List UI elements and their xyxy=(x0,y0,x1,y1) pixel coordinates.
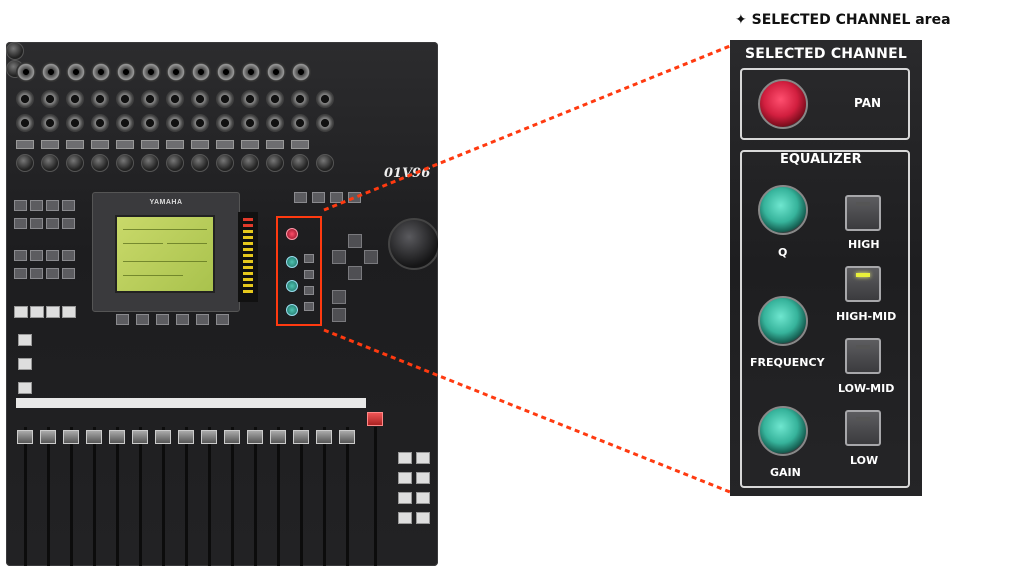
eq-q-knob[interactable] xyxy=(758,185,808,235)
pan-section: PAN xyxy=(740,68,910,140)
lower-connector-line xyxy=(323,328,731,494)
pan-knob[interactable] xyxy=(758,79,808,129)
eq-gain-label: GAIN xyxy=(770,466,801,479)
eq-high-button[interactable] xyxy=(845,195,881,231)
eq-low-led xyxy=(856,417,870,421)
eq-q-label: Q xyxy=(778,246,788,259)
eq-high-mid-led xyxy=(856,273,870,277)
equalizer-title: EQUALIZER xyxy=(780,152,862,167)
eq-high-mid-button[interactable] xyxy=(845,266,881,302)
eq-low-mid-led xyxy=(856,345,870,349)
upper-connector-line xyxy=(323,44,731,212)
eq-high-led xyxy=(856,202,870,206)
eq-low-button[interactable] xyxy=(845,410,881,446)
eq-frequency-label: FREQUENCY xyxy=(750,356,825,369)
selected-channel-panel: SELECTED CHANNEL PAN EQUALIZER Q FREQUEN… xyxy=(730,40,922,496)
pan-label: PAN xyxy=(854,96,882,110)
eq-low-mid-button[interactable] xyxy=(845,338,881,374)
eq-frequency-knob[interactable] xyxy=(758,296,808,346)
panel-title: SELECTED CHANNEL xyxy=(745,46,907,62)
eq-low-mid-label: LOW-MID xyxy=(838,382,895,395)
eq-high-label: HIGH xyxy=(848,238,880,251)
eq-gain-knob[interactable] xyxy=(758,406,808,456)
eq-high-mid-label: HIGH-MID xyxy=(836,310,897,323)
eq-low-label: LOW xyxy=(850,454,879,467)
